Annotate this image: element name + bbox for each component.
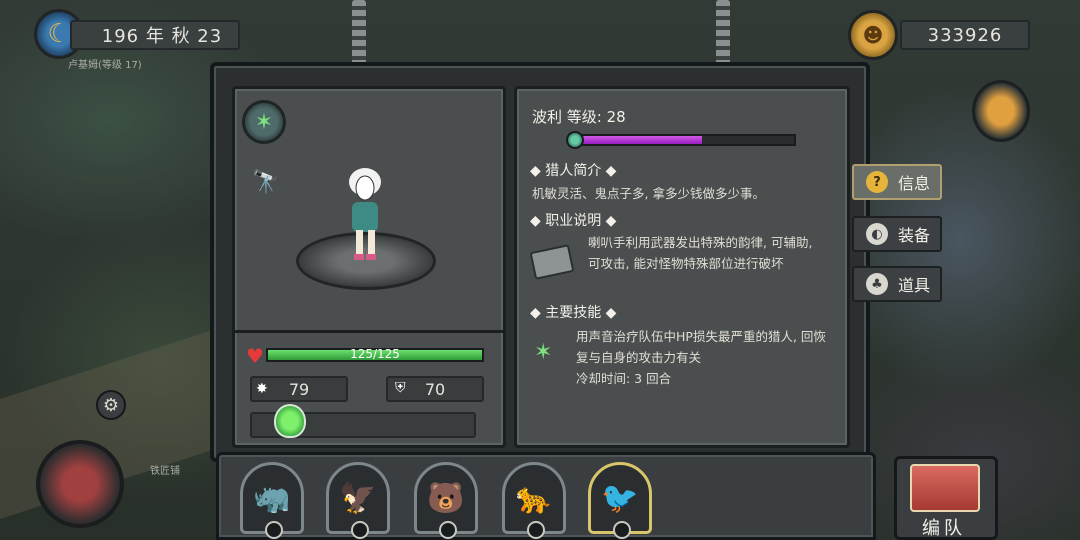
- level-badge-icon: [566, 131, 584, 149]
- character-sprite: [349, 168, 381, 260]
- town-button[interactable]: [36, 440, 124, 528]
- attack-value: 79: [288, 379, 310, 399]
- skill-cooldown: 冷却时间: 3 回合: [576, 371, 672, 386]
- hero-slot-selected[interactable]: 🐦: [588, 462, 652, 539]
- info-icon: ?: [866, 171, 888, 193]
- class-badge-icon: [351, 521, 369, 539]
- equipment-icon: ◐: [866, 223, 888, 245]
- defense-value: 70: [424, 379, 446, 399]
- bear-hero-portrait-icon: 🐻: [427, 480, 465, 516]
- hp-bar: 125/125: [266, 347, 484, 362]
- intro-heading: ◆ 猎人简介 ◆: [530, 163, 617, 179]
- hero-slot[interactable]: 🐻: [414, 462, 478, 539]
- team-formation-icon: [910, 464, 980, 512]
- date-display: 196 年 秋 23: [70, 20, 240, 50]
- job-heading: ◆ 职业说明 ◆: [530, 213, 617, 229]
- potion-icon[interactable]: [274, 404, 306, 438]
- settings-gear-icon[interactable]: ⚙: [96, 390, 126, 420]
- tab-info[interactable]: ? 信息: [852, 164, 942, 200]
- coin-count: 333926: [900, 20, 1030, 50]
- intro-text: 机敏灵活、鬼点子多, 拿多少钱做多少事。: [532, 186, 765, 201]
- telescope-icon[interactable]: 🔭: [244, 160, 288, 204]
- item-pouch-icon: ♣: [866, 273, 888, 295]
- level-progress-bar: [578, 134, 796, 146]
- shield-icon: ⛨: [395, 380, 406, 396]
- tab-info-label: 信息: [898, 174, 931, 193]
- hanging-chain: [352, 0, 366, 64]
- class-badge-icon: [439, 521, 457, 539]
- class-badge-icon: [613, 521, 631, 539]
- tab-items[interactable]: ♣ 道具: [852, 266, 942, 302]
- npc-portrait-icon[interactable]: [972, 80, 1030, 142]
- coin-icon: ☻: [848, 10, 898, 60]
- skill-badge-icon[interactable]: ✶: [242, 100, 286, 144]
- level-progress-fill: [580, 136, 702, 144]
- skill-description: 用声音治疗队伍中HP损失最严重的猎人, 回恢复与自身的攻击力有关 冷却时间: 3…: [576, 326, 832, 389]
- heart-icon: ♥: [246, 344, 264, 368]
- bird-hero-portrait-icon: 🐦: [601, 480, 639, 516]
- eagle-hero-portrait-icon: 🦅: [339, 480, 377, 516]
- hero-slot[interactable]: 🦅: [326, 462, 390, 539]
- map-building-label: 铁匠铺: [150, 466, 180, 477]
- job-description: 喇叭手利用武器发出特殊的韵律, 可辅助, 可攻击, 能对怪物特殊部位进行破坏: [588, 235, 813, 271]
- skill-heading: ◆ 主要技能 ◆: [530, 305, 617, 321]
- hanging-chain: [716, 0, 730, 64]
- hero-slot[interactable]: 🦏: [240, 462, 304, 539]
- tab-items-label: 道具: [898, 276, 931, 295]
- panel-divider: [232, 330, 506, 333]
- tab-equipment[interactable]: ◐ 装备: [852, 216, 942, 252]
- skill-effect-text: 用声音治疗队伍中HP损失最严重的猎人, 回恢复与自身的攻击力有关: [576, 329, 826, 365]
- healing-skill-icon: ✶: [534, 340, 553, 365]
- attack-icon: ✸: [256, 381, 268, 397]
- team-formation-label: 编队: [922, 518, 966, 539]
- class-badge-icon: [265, 521, 283, 539]
- class-badge-icon: [527, 521, 545, 539]
- hero-slot[interactable]: 🐆: [502, 462, 566, 539]
- tab-equipment-label: 装备: [898, 226, 931, 245]
- rhino-hero-portrait-icon: 🦏: [253, 480, 291, 516]
- hero-name-level: 波利 等级: 28: [532, 108, 626, 126]
- moon-icon: ☾: [47, 19, 71, 49]
- leopard-hero-portrait-icon: 🐆: [515, 480, 553, 516]
- map-location-label: 卢基姆(等级 17): [68, 60, 142, 71]
- hp-value: 125/125: [350, 347, 400, 361]
